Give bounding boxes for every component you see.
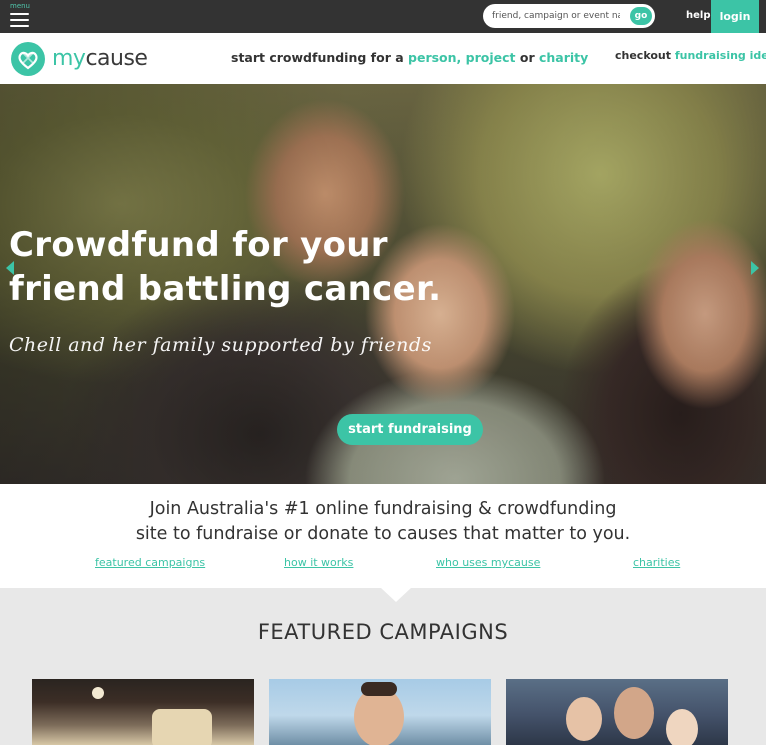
header-checkout: checkout fundraising ideas xyxy=(615,49,766,62)
hero-title-line2: friend battling cancer. xyxy=(9,269,442,309)
tagline-project-link[interactable]: project xyxy=(466,50,516,65)
header-tagline: start crowdfunding for a person, project… xyxy=(231,50,588,65)
search-box: go xyxy=(483,4,655,28)
intro-links: featured campaigns how it works who uses… xyxy=(0,556,766,572)
fundraising-ideas-link[interactable]: fundraising ideas xyxy=(675,49,766,62)
card-image xyxy=(566,697,602,741)
logo-wordmark: mycause xyxy=(52,46,148,71)
intro-line2: site to fundraise or donate to causes th… xyxy=(135,524,631,544)
campaign-card[interactable] xyxy=(506,679,728,745)
carousel-next-icon[interactable] xyxy=(751,261,759,275)
tagline-person-link[interactable]: person, xyxy=(408,50,461,65)
carousel-prev-icon[interactable] xyxy=(6,261,14,275)
logo-heart-icon xyxy=(11,42,45,76)
mycause-logo[interactable]: mycause xyxy=(10,41,150,77)
featured-campaigns-link[interactable]: featured campaigns xyxy=(95,556,205,569)
help-link[interactable]: help xyxy=(686,10,711,21)
card-image-detail xyxy=(92,687,104,699)
search-go-button[interactable]: go xyxy=(630,7,652,25)
hero-title-line1: Crowdfund for your xyxy=(9,225,388,265)
menu-button[interactable]: menu xyxy=(8,2,32,30)
tagline-or: or xyxy=(519,50,535,65)
menu-label: menu xyxy=(10,2,30,10)
hamburger-icon xyxy=(10,13,29,31)
card-image-detail xyxy=(666,709,698,745)
hero-subtitle: Chell and her family supported by friend… xyxy=(9,334,432,356)
top-bar: menu go help login xyxy=(0,0,766,33)
card-image-detail xyxy=(614,687,654,739)
who-uses-mycause-link[interactable]: who uses mycause xyxy=(436,556,540,569)
intro-line1: Join Australia's #1 online fundraising &… xyxy=(149,499,617,519)
card-image xyxy=(152,709,212,745)
start-fundraising-button[interactable]: start fundraising xyxy=(337,414,483,445)
checkout-prefix: checkout xyxy=(615,49,671,62)
tagline-prefix: start crowdfunding for a xyxy=(231,50,404,65)
hero-banner: Crowdfund for your friend battling cance… xyxy=(0,84,766,484)
campaign-card[interactable] xyxy=(32,679,254,745)
tagline-charity-link[interactable]: charity xyxy=(539,50,588,65)
site-header: mycause start crowdfunding for a person,… xyxy=(0,33,766,84)
hero-title: Crowdfund for your friend battling cance… xyxy=(9,223,449,311)
featured-title: FEATURED CAMPAIGNS xyxy=(257,620,509,644)
section-pointer xyxy=(381,588,411,602)
how-it-works-link[interactable]: how it works xyxy=(284,556,353,569)
login-button[interactable]: login xyxy=(711,0,759,33)
card-image-detail xyxy=(361,682,397,696)
charities-link[interactable]: charities xyxy=(633,556,680,569)
campaign-card[interactable] xyxy=(269,679,491,745)
search-input[interactable] xyxy=(492,8,620,24)
intro-text: Join Australia's #1 online fundraising &… xyxy=(0,497,766,547)
intro-section: Join Australia's #1 online fundraising &… xyxy=(0,484,766,588)
